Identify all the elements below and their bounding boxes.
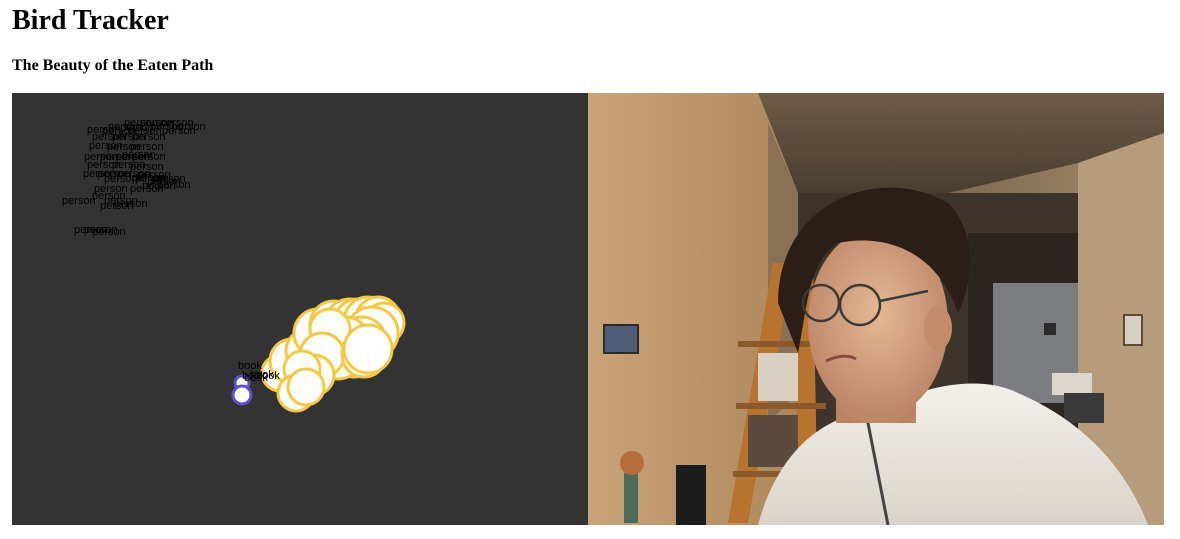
person-label: person: [157, 179, 191, 191]
page-title: Bird Tracker: [12, 5, 169, 36]
webcam-feed: [588, 93, 1164, 525]
tracker-canvas[interactable]: person person person person person person pers…: [12, 93, 588, 525]
tracker-drawing: personpersonpersonpersonpersonpersonpers…: [62, 117, 406, 413]
book-label: book: [244, 372, 268, 384]
person-label: person: [62, 195, 96, 207]
trail-circle: [342, 323, 394, 375]
person-label: person: [92, 226, 126, 238]
book-marker: [231, 384, 253, 406]
webcam-image: [588, 93, 1164, 525]
person-label: person: [114, 198, 148, 210]
panels: person person person person person person pers…: [12, 93, 1164, 525]
trail-circle: [286, 367, 326, 407]
person-label: person: [162, 125, 196, 137]
page-subtitle: The Beauty of the Eaten Path: [12, 57, 214, 74]
